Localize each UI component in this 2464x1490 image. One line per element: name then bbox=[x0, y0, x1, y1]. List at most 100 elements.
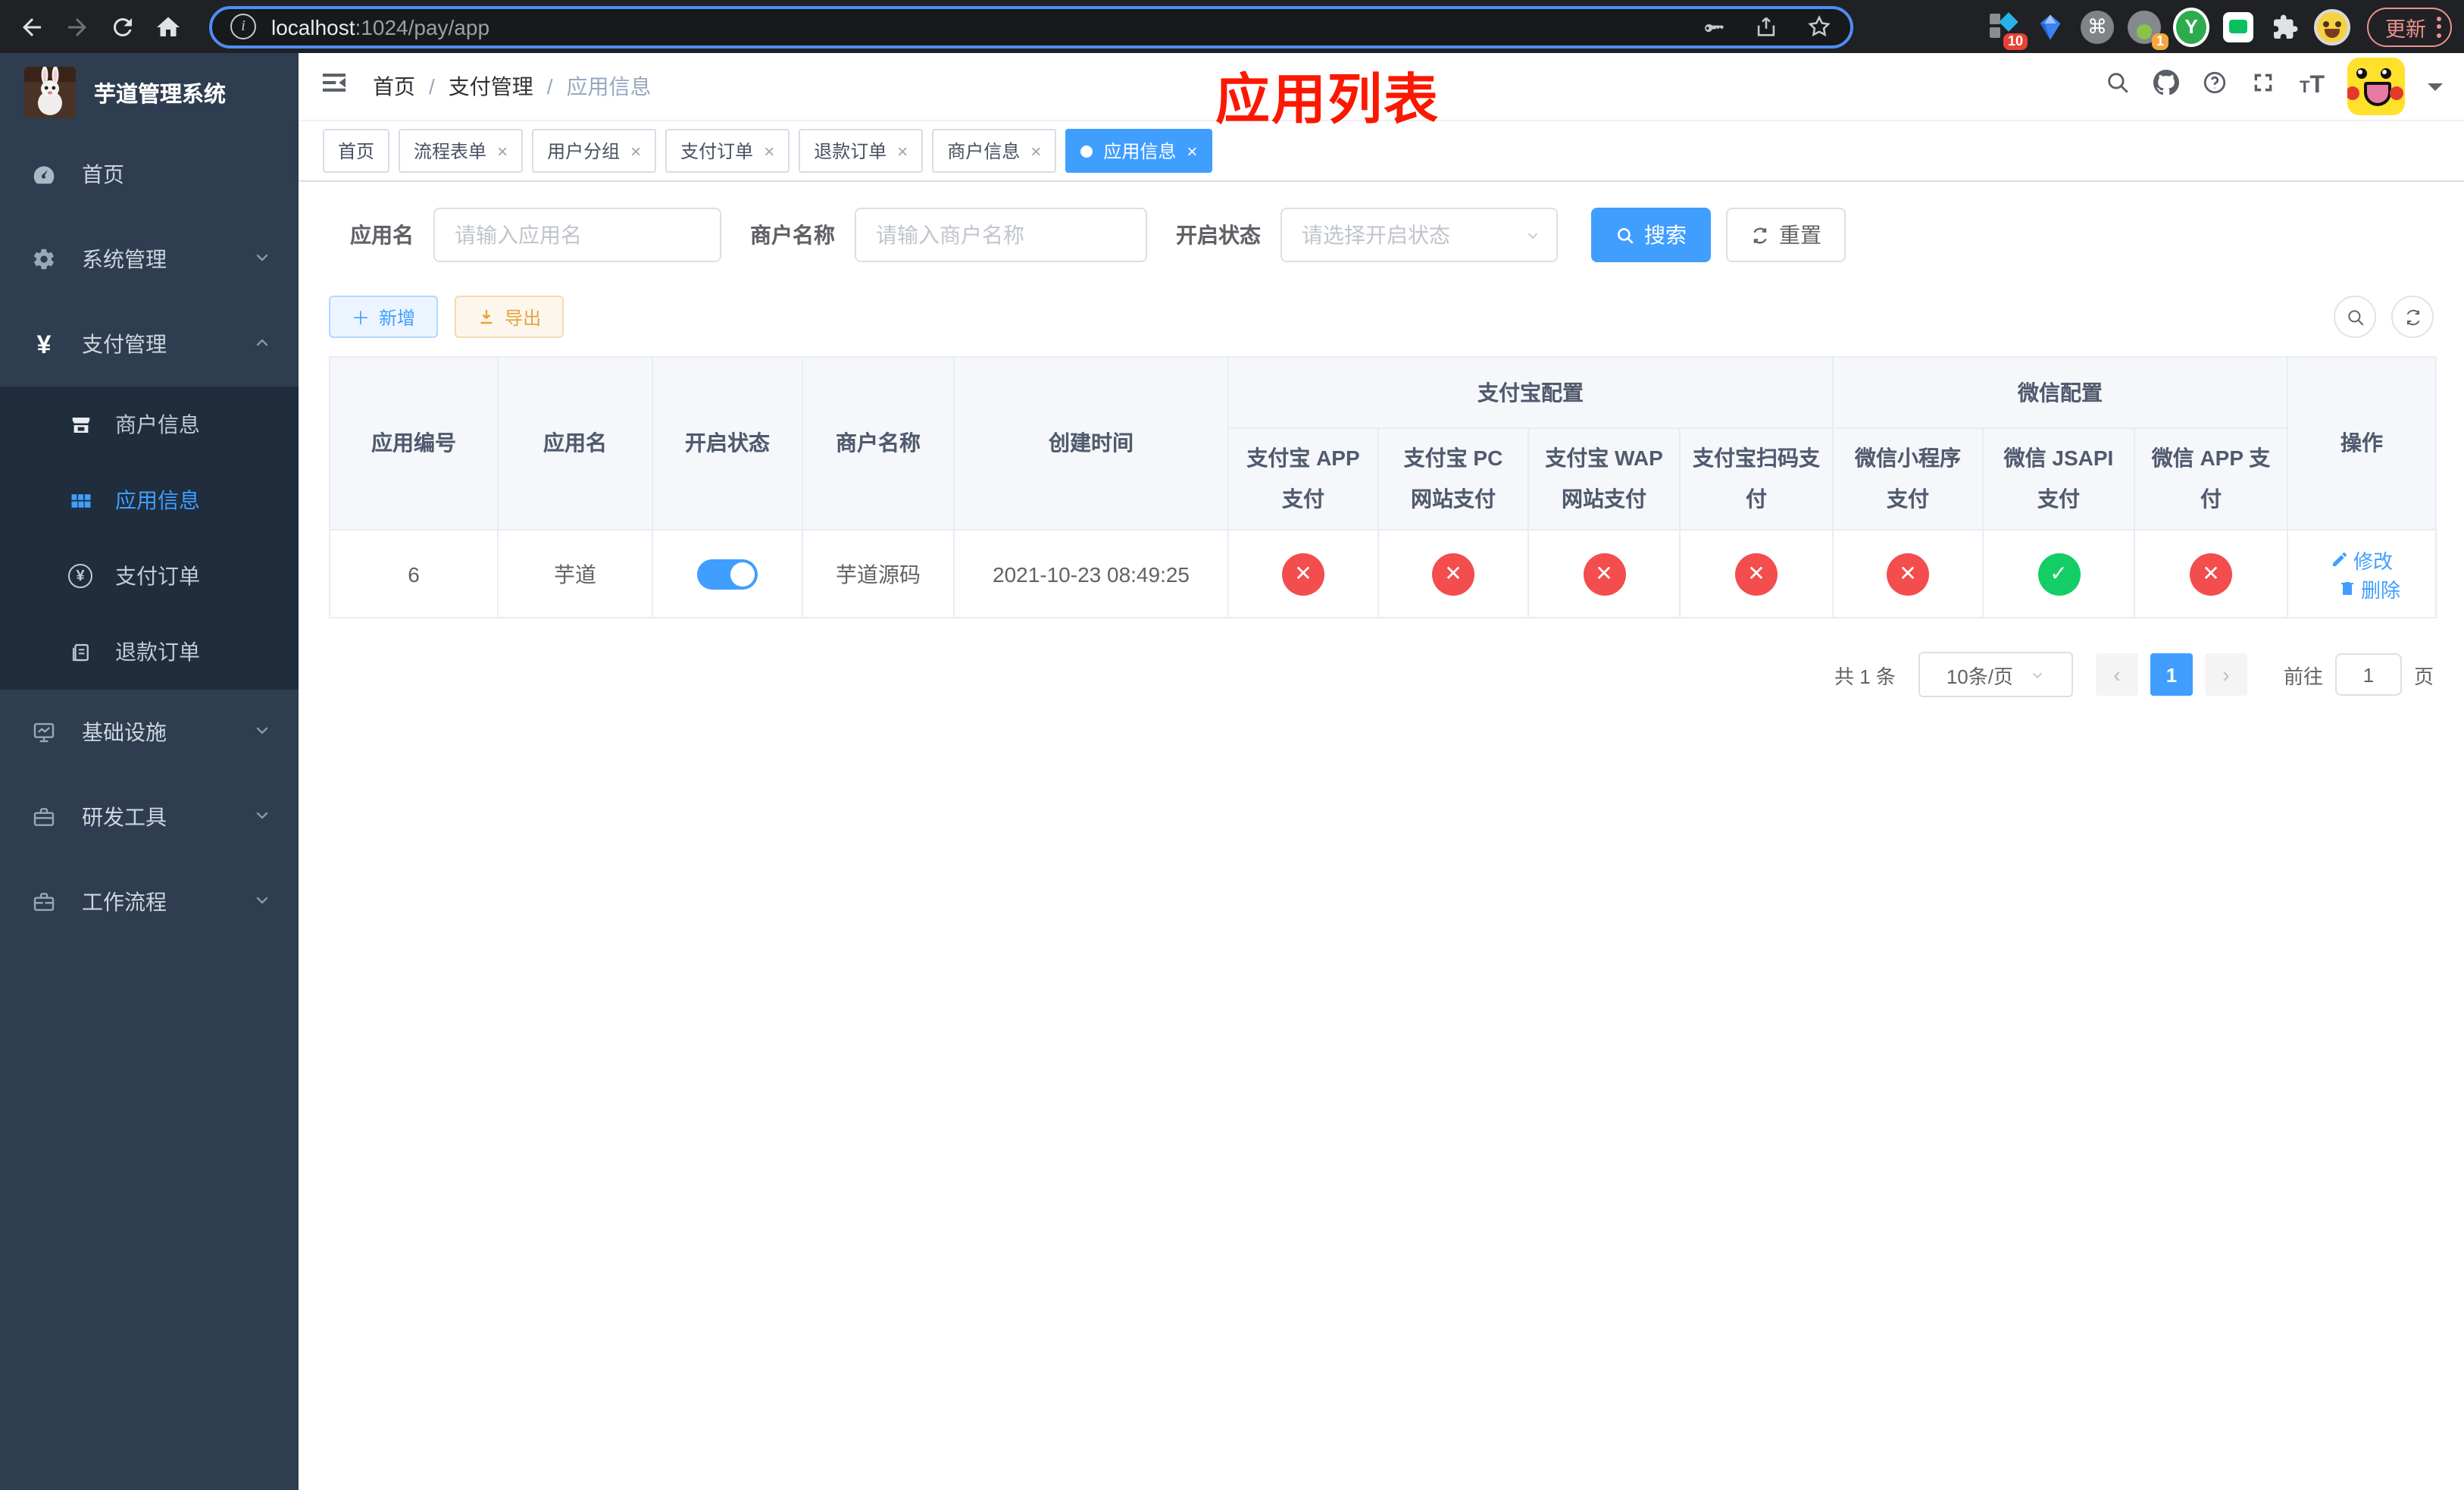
edit-link[interactable]: 修改 bbox=[2331, 545, 2393, 574]
font-size-button[interactable]: TT bbox=[2300, 73, 2325, 100]
chevron-down-icon bbox=[253, 805, 271, 829]
tab-flow-form[interactable]: 流程表单 × bbox=[399, 129, 524, 173]
site-info-icon[interactable]: i bbox=[230, 14, 256, 39]
extension-diamond-icon[interactable]: 10 bbox=[1985, 8, 2028, 49]
sidebar-item-infra[interactable]: 基础设施 bbox=[0, 690, 299, 775]
sidebar-item-system[interactable]: 系统管理 bbox=[0, 217, 299, 302]
breadcrumb-home[interactable]: 首页 bbox=[373, 71, 415, 102]
address-bar[interactable]: i localhost:1024/pay/app bbox=[209, 5, 1853, 48]
sidebar-item-pay[interactable]: ¥ 支付管理 bbox=[0, 302, 299, 387]
tab-app-info[interactable]: 应用信息 × bbox=[1065, 129, 1213, 173]
chevron-up-icon bbox=[253, 332, 271, 356]
url-text: localhost:1024/pay/app bbox=[271, 14, 490, 39]
tab-pay-order[interactable]: 支付订单 × bbox=[665, 129, 790, 173]
sidebar-item-app-info[interactable]: 应用信息 bbox=[0, 462, 299, 538]
close-icon[interactable]: × bbox=[1187, 140, 1197, 161]
extension-y-icon[interactable]: Y bbox=[2173, 7, 2209, 46]
channel-status-cell: ✕ bbox=[1832, 529, 1984, 618]
col-header-channel: 支付宝 APP 支付 bbox=[1227, 427, 1379, 531]
forward-button[interactable] bbox=[55, 4, 100, 49]
app-frame: 芋道管理系统 首页 系统管理 ¥ 支付管理 商户信息 应用信息 ¥ 支付订单 退… bbox=[0, 53, 2464, 1490]
avatar-caret-icon[interactable] bbox=[2428, 83, 2443, 98]
page-suffix-label: 页 bbox=[2413, 665, 2434, 687]
sidebar-collapse-button[interactable] bbox=[320, 68, 349, 105]
goto-page-input[interactable] bbox=[2334, 653, 2402, 696]
browser-menu-icon[interactable] bbox=[2437, 16, 2441, 37]
header-search-button[interactable] bbox=[2106, 70, 2131, 103]
extensions-puzzle-icon[interactable] bbox=[2267, 8, 2303, 45]
goto-label: 前往 bbox=[2283, 665, 2323, 687]
status-toggle[interactable] bbox=[697, 559, 758, 589]
col-header-channel: 支付宝 WAP 网站支付 bbox=[1527, 427, 1681, 531]
sidebar-item-pay-order[interactable]: ¥ 支付订单 bbox=[0, 538, 299, 614]
github-link[interactable] bbox=[2153, 70, 2180, 103]
app-name-input[interactable] bbox=[433, 208, 721, 262]
tab-merchant-info[interactable]: 商户信息 × bbox=[932, 129, 1057, 173]
extension-command-icon[interactable]: ⌘ bbox=[2079, 8, 2115, 45]
app-table: 应用编号 应用名 开启状态 商户名称 创建时间 支付宝配置 微信配置 操作 支付… bbox=[329, 356, 2437, 618]
breadcrumb-separator: / bbox=[429, 74, 435, 99]
channel-status-cell: ✕ bbox=[1679, 529, 1834, 618]
extension-green-dot-icon[interactable]: 1 bbox=[2126, 8, 2169, 49]
top-navbar: 首页 / 支付管理 / 应用信息 应用列表 TT bbox=[299, 53, 2464, 130]
status-select[interactable] bbox=[1280, 208, 1558, 262]
delete-link[interactable]: 删除 bbox=[2338, 574, 2400, 603]
extension-badge: 1 bbox=[2151, 33, 2169, 49]
sidebar-item-refund-order[interactable]: 退款订单 bbox=[0, 614, 299, 690]
back-button[interactable] bbox=[9, 4, 55, 49]
home-button[interactable] bbox=[145, 4, 191, 49]
export-button[interactable]: 导出 bbox=[455, 296, 564, 338]
add-button[interactable]: ＋ 新增 bbox=[329, 296, 439, 338]
bookmark-star-icon[interactable] bbox=[1806, 14, 1832, 39]
user-avatar[interactable] bbox=[2347, 58, 2405, 115]
breadcrumb-pay[interactable]: 支付管理 bbox=[449, 71, 533, 102]
col-header-created: 创建时间 bbox=[953, 356, 1229, 531]
tab-home[interactable]: 首页 bbox=[323, 129, 390, 173]
sidebar-item-label: 首页 bbox=[82, 162, 124, 186]
close-icon[interactable]: × bbox=[1030, 140, 1041, 161]
search-button[interactable]: 搜索 bbox=[1591, 208, 1711, 262]
status-cross-icon: ✕ bbox=[2190, 552, 2232, 595]
merchant-name-input[interactable] bbox=[855, 208, 1147, 262]
extension-gem-icon[interactable] bbox=[2032, 8, 2068, 45]
extension-chat-icon[interactable] bbox=[2220, 8, 2256, 45]
password-key-icon[interactable] bbox=[1700, 14, 1726, 39]
cell-merchant: 芋道源码 bbox=[802, 529, 955, 618]
chrome-update-button[interactable]: 更新 bbox=[2367, 7, 2452, 46]
sidebar-item-label: 支付管理 bbox=[82, 332, 167, 356]
prev-page-button[interactable]: ‹ bbox=[2095, 653, 2138, 696]
share-icon[interactable] bbox=[1753, 14, 1779, 39]
col-header-channel: 微信 JSAPI 支付 bbox=[1982, 427, 2135, 531]
close-icon[interactable]: × bbox=[764, 140, 774, 161]
sidebar-item-label: 系统管理 bbox=[82, 247, 167, 271]
sidebar-logo[interactable]: 芋道管理系统 bbox=[0, 53, 299, 132]
reset-button[interactable]: 重置 bbox=[1726, 208, 1846, 262]
close-icon[interactable]: × bbox=[497, 140, 508, 161]
sidebar-item-home[interactable]: 首页 bbox=[0, 132, 299, 217]
next-page-button[interactable]: › bbox=[2204, 653, 2247, 696]
col-header-channel: 支付宝 PC 网站支付 bbox=[1377, 427, 1529, 531]
page-size-select[interactable]: 10条/页 bbox=[1918, 652, 2073, 697]
sidebar-item-workflow[interactable]: 工作流程 bbox=[0, 859, 299, 944]
fullscreen-button[interactable] bbox=[2251, 70, 2277, 103]
current-page-button[interactable]: 1 bbox=[2150, 653, 2193, 696]
toggle-search-button[interactable] bbox=[2334, 296, 2376, 338]
sidebar-item-merchant-info[interactable]: 商户信息 bbox=[0, 387, 299, 462]
sidebar-item-dev-tools[interactable]: 研发工具 bbox=[0, 775, 299, 859]
refresh-table-button[interactable] bbox=[2391, 296, 2434, 338]
close-icon[interactable]: × bbox=[897, 140, 908, 161]
toolbox-icon bbox=[30, 890, 58, 914]
col-header-app-name: 应用名 bbox=[497, 356, 653, 531]
pagination: 共 1 条 10条/页 ‹ 1 › 前往 页 bbox=[329, 652, 2434, 697]
reload-button[interactable] bbox=[100, 4, 145, 49]
status-select-input[interactable] bbox=[1280, 208, 1558, 262]
tab-refund-order[interactable]: 退款订单 × bbox=[799, 129, 924, 173]
browser-profile-avatar[interactable] bbox=[2314, 8, 2350, 45]
browser-toolbar: i localhost:1024/pay/app 10 ⌘ 1 Y 更新 bbox=[0, 0, 2464, 53]
extension-badge: 10 bbox=[2003, 33, 2028, 49]
tab-user-group[interactable]: 用户分组 × bbox=[532, 129, 657, 173]
toolbox-icon bbox=[30, 805, 58, 829]
chevron-down-icon bbox=[2031, 671, 2042, 678]
close-icon[interactable]: × bbox=[630, 140, 641, 161]
help-button[interactable] bbox=[2203, 70, 2228, 103]
